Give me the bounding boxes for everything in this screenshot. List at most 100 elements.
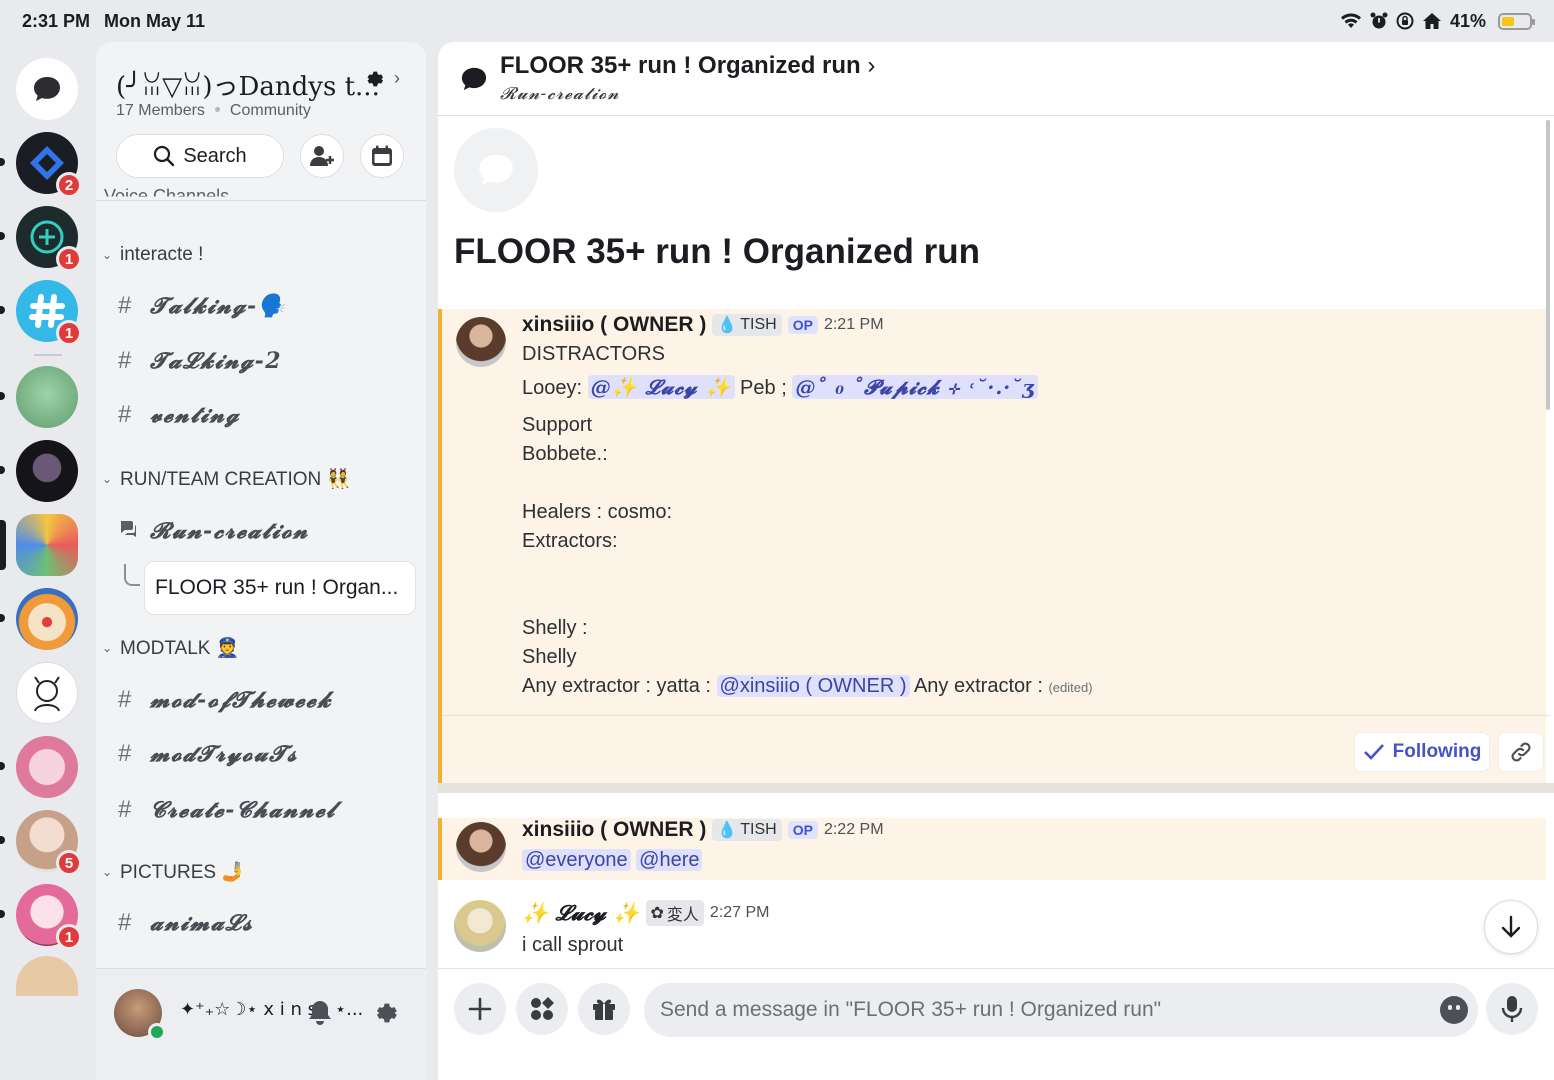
search-icon [154, 145, 175, 167]
scrollbar[interactable] [1546, 120, 1550, 410]
server-icon-11[interactable]: 1 [16, 884, 82, 950]
message-timestamp: 2:22 PM [823, 821, 884, 838]
copy-link-button[interactable] [1498, 732, 1544, 772]
chat-bubble-icon [479, 154, 513, 186]
online-status-icon [148, 1023, 166, 1041]
message-input[interactable]: Send a message in "FLOOR 35+ run ! Organ… [644, 983, 1478, 1037]
channel-talking-2[interactable]: # 𝓣𝓪𝓛𝓴𝓲𝓷𝓰-2 [118, 347, 282, 375]
server-icon-7[interactable] [16, 588, 78, 650]
op-badge: OP [787, 316, 818, 334]
user-settings-button[interactable] [366, 995, 402, 1031]
locked-hashtag-icon: # [118, 740, 132, 767]
invite-members-button[interactable] [300, 134, 344, 178]
channel-animals[interactable]: # 𝓪𝓷𝓲𝓶𝓪𝓛𝓼 [118, 909, 253, 937]
channel-run-creation[interactable]: 𝓡𝓾𝓷-𝓬𝓻𝓮𝓪𝓽𝓲𝓸𝓷 [118, 517, 309, 545]
author-avatar[interactable] [454, 900, 506, 952]
message-line: @everyone @here [522, 849, 703, 872]
author-name[interactable]: xinsiiio ( OWNER ) [522, 818, 706, 842]
jump-to-present-button[interactable] [1484, 900, 1538, 954]
search-label: Search [183, 144, 247, 167]
server-tag[interactable]: 💧 TISH [712, 314, 782, 336]
user-mention[interactable]: @˚ ₀ ˚𝓟𝓾𝓹𝓲𝓬𝓴 ⊹ ˓˘·.·˘ʒ [792, 375, 1038, 399]
unread-pip [0, 392, 5, 400]
author-avatar[interactable] [456, 822, 506, 872]
starter-message: xinsiiio ( OWNER ) 💧 TISH OP 2:21 PM DIST… [438, 309, 1550, 783]
channel-create-channel[interactable]: # 𝓒𝓻𝓮𝓪𝓽𝓮-𝓒𝓱𝓪𝓷𝓷𝓮𝓵 [118, 796, 336, 824]
battery-level [1502, 16, 1515, 26]
server-badge: 1 [56, 924, 82, 950]
status-icons: 41% [1340, 11, 1535, 32]
channel-mod-tryouts[interactable]: # 𝓶𝓸𝓭𝓣𝓻𝔂𝓸𝓾𝓣𝓼 [118, 740, 298, 768]
server-settings-icon[interactable] [362, 68, 384, 96]
chevron-down-icon: ⌄ [102, 248, 113, 262]
calendar-icon [372, 145, 392, 166]
category-pictures[interactable]: ⌄ PICTURES 🤳 [102, 860, 245, 884]
author-name[interactable]: ✨ 𝓛𝓾𝓬𝔂 ✨ [522, 900, 640, 926]
apps-button[interactable] [516, 983, 568, 1035]
following-button[interactable]: Following [1354, 732, 1490, 772]
server-tag[interactable]: 💧 TISH [712, 819, 782, 841]
thread-start-icon [454, 128, 538, 212]
author-avatar[interactable] [456, 317, 506, 367]
server-icon-10[interactable]: 5 [16, 810, 82, 876]
message-header: ✨ 𝓛𝓾𝓬𝔂 ✨ ✿ 変人 2:27 PM [522, 900, 770, 926]
message-line: Bobbete.: [522, 443, 608, 465]
thread-floor-35-run[interactable]: FLOOR 35+ run ! Organ... [144, 561, 416, 615]
unread-pip [0, 232, 5, 240]
emoji-icon[interactable] [1440, 996, 1468, 1024]
server-icon-9[interactable] [16, 736, 78, 798]
user-avatar[interactable] [114, 989, 166, 1041]
server-icon-3[interactable]: 1 [16, 280, 82, 346]
selected-server-pip [0, 520, 6, 570]
thread-view: FLOOR 35+ run ! Organized run › 𝓡𝓾𝓷-𝓬𝓻𝓮𝓪… [438, 42, 1554, 1080]
battery-icon [1498, 12, 1535, 30]
user-mention[interactable]: @✨ 𝓛𝓾𝓬𝔂 ✨ [587, 375, 735, 399]
chevron-down-icon: ⌄ [102, 641, 113, 655]
channel-talking[interactable]: # 𝓣𝓪𝓵𝓴𝓲𝓷𝓰-🗣️ [118, 292, 287, 320]
thread-big-title: FLOOR 35+ run ! Organized run [454, 232, 981, 271]
category-modtalk[interactable]: ⌄ MODTALK 👮 [102, 636, 239, 660]
server-icon-5[interactable] [16, 440, 78, 502]
attach-button[interactable] [454, 983, 506, 1035]
author-name[interactable]: xinsiiio ( OWNER ) [522, 313, 706, 337]
chevron-right-icon[interactable]: › [394, 68, 400, 89]
server-icon-4[interactable] [16, 366, 78, 428]
server-rail: 2 1 1 5 1 [0, 42, 94, 1080]
search-button[interactable]: Search [116, 134, 284, 178]
channel-mod-of-the-week[interactable]: # 𝓶𝓸𝓭-𝓸𝓯𝓣𝓱𝓮𝔀𝓮𝓮𝓴 [118, 686, 332, 714]
add-user-icon [310, 146, 334, 166]
category-voice-channels[interactable]: Voice Channels [104, 186, 229, 197]
server-icon-1[interactable]: 2 [16, 132, 82, 198]
server-icon-2[interactable]: 1 [16, 206, 82, 272]
direct-messages-button[interactable] [16, 58, 78, 120]
voice-message-button[interactable] [1486, 983, 1538, 1035]
thread-header[interactable]: FLOOR 35+ run ! Organized run › 𝓡𝓾𝓷-𝓬𝓻𝓮𝓪… [438, 42, 1554, 116]
channel-label: 𝓿𝓮𝓷𝓽𝓲𝓷𝓰 [150, 402, 241, 428]
server-name[interactable]: (╯ꈍ▽ꈍ)っDandys t... [116, 66, 380, 103]
channel-venting[interactable]: # 𝓿𝓮𝓷𝓽𝓲𝓷𝓰 [118, 401, 240, 429]
home-icon [1422, 13, 1441, 29]
server-tag-label: TISH [740, 821, 777, 838]
category-interacte[interactable]: ⌄ interacte ! [102, 244, 203, 266]
server-tag-label: TISH [740, 316, 777, 333]
unread-pip [0, 466, 5, 474]
events-button[interactable] [360, 134, 404, 178]
server-icon-6[interactable] [16, 514, 78, 576]
gift-button[interactable] [578, 983, 630, 1035]
server-icon-12[interactable] [16, 956, 78, 996]
category-run-team-creation[interactable]: ⌄ RUN/TEAM CREATION 👯 [102, 467, 350, 491]
user-mention[interactable]: @xinsiiio ( OWNER ) [716, 675, 910, 697]
everyone-mention[interactable]: @everyone [522, 849, 631, 871]
notifications-button[interactable] [302, 995, 338, 1031]
alarm-icon [1370, 12, 1388, 29]
message: ✨ 𝓛𝓾𝓬𝔂 ✨ ✿ 変人 2:27 PM i call sprout [438, 896, 1478, 966]
server-badge: 1 [56, 320, 82, 346]
server-tag[interactable]: ✿ 変人 [645, 900, 704, 926]
thread-title-text: FLOOR 35+ run ! Organized run [500, 52, 861, 79]
message-header: xinsiiio ( OWNER ) 💧 TISH OP 2:21 PM [522, 313, 884, 337]
flower-icon: ✿ [650, 905, 664, 922]
message-line: Support [522, 414, 593, 436]
here-mention[interactable]: @here [636, 849, 703, 871]
server-icon-8[interactable] [16, 662, 78, 724]
channel-label: 𝓪𝓷𝓲𝓶𝓪𝓛𝓼 [150, 910, 254, 936]
